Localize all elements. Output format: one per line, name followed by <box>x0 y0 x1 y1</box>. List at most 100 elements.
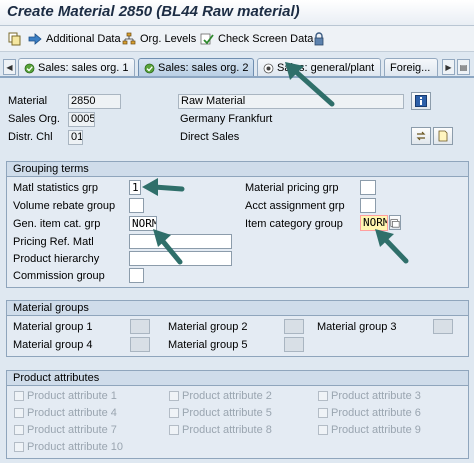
acct-assignment-grp-field[interactable] <box>360 198 376 213</box>
material-groups-header: Material groups <box>6 300 469 315</box>
material-group-2-field[interactable] <box>284 319 304 334</box>
tab-label: Sales: sales org. 2 <box>158 62 249 74</box>
product-attribute-8-label: Product attribute 8 <box>182 424 272 436</box>
grouping-terms-title: Grouping terms <box>13 163 89 175</box>
org-levels-button[interactable]: Org. Levels <box>122 31 196 47</box>
lock-icon <box>314 32 324 46</box>
tab-sales-org-1[interactable]: Sales: sales org. 1 <box>18 58 135 77</box>
product-attribute-5-label: Product attribute 5 <box>182 407 272 419</box>
product-attribute-7-label: Product attribute 7 <box>27 424 117 436</box>
grouping-terms-header: Grouping terms <box>6 161 469 176</box>
tab-label: Foreig... <box>390 62 431 74</box>
product-attribute-6-label: Product attribute 6 <box>331 407 421 419</box>
product-attribute-9-label: Product attribute 9 <box>331 424 421 436</box>
product-attribute-1-checkbox[interactable] <box>14 391 24 401</box>
title-bar: Create Material 2850 (BL44 Raw material) <box>0 0 474 26</box>
matl-statistics-grp-label: Matl statistics grp <box>13 182 98 194</box>
gen-item-cat-grp-label: Gen. item cat. grp <box>13 218 101 230</box>
lock-button[interactable] <box>312 31 326 47</box>
matl-statistics-grp-field[interactable]: 1 <box>129 180 141 195</box>
document-button[interactable] <box>433 127 453 145</box>
material-label: Material <box>8 95 48 107</box>
material-group-4-field[interactable] <box>130 337 150 352</box>
volume-rebate-group-field[interactable] <box>129 198 144 213</box>
sales-org-label: Sales Org. <box>8 113 60 125</box>
pricing-ref-matl-field[interactable] <box>129 234 232 249</box>
check-screen-data-label: Check Screen Data <box>218 33 314 45</box>
tab-sales-org-2[interactable]: Sales: sales org. 2 <box>138 58 254 77</box>
org-switch-button[interactable] <box>411 127 431 145</box>
material-group-1-field[interactable] <box>130 319 150 334</box>
application-toolbar: Additional Data Org. Levels Check Screen… <box>0 26 474 52</box>
copy-icon <box>8 32 21 46</box>
material-group-2-label: Material group 2 <box>168 321 248 333</box>
product-hierarchy-field[interactable] <box>129 251 232 266</box>
material-pricing-grp-label: Material pricing grp <box>245 182 339 194</box>
product-attribute-7-checkbox[interactable] <box>14 425 24 435</box>
volume-rebate-group-label: Volume rebate group <box>13 200 116 212</box>
item-category-group-label: Item category group <box>245 218 343 230</box>
product-attribute-3-checkbox[interactable] <box>318 391 328 401</box>
acct-assignment-grp-label: Acct assignment grp <box>245 200 345 212</box>
check-circle-icon <box>144 63 155 73</box>
tab-label: Sales: sales org. 1 <box>38 62 129 74</box>
material-group-3-label: Material group 3 <box>317 321 397 333</box>
info-icon <box>415 95 427 107</box>
sales-org-field[interactable]: 0005 <box>68 112 95 127</box>
distr-chl-description: Direct Sales <box>180 131 240 143</box>
product-attributes-title: Product attributes <box>13 372 100 384</box>
product-attribute-6-checkbox[interactable] <box>318 408 328 418</box>
tab-foreign-trade[interactable]: Foreig... <box>384 58 438 77</box>
tab-scroll-right[interactable]: ▶ <box>442 59 455 75</box>
info-button[interactable] <box>411 92 431 110</box>
material-groups-title: Material groups <box>13 302 89 314</box>
product-attribute-2-checkbox[interactable] <box>169 391 179 401</box>
product-attribute-1-label: Product attribute 1 <box>27 390 117 402</box>
org-levels-label: Org. Levels <box>140 33 197 45</box>
material-pricing-grp-field[interactable] <box>360 180 376 195</box>
value-help-icon <box>390 218 400 227</box>
product-attribute-4-label: Product attribute 4 <box>27 407 117 419</box>
material-description[interactable]: Raw Material <box>178 94 404 109</box>
copy-button[interactable] <box>8 31 22 47</box>
product-attribute-3-label: Product attribute 3 <box>331 390 421 402</box>
arrow-right-icon <box>28 33 42 45</box>
product-attribute-10-label: Product attribute 10 <box>27 441 124 453</box>
document-icon <box>438 130 448 142</box>
tab-scroll-left[interactable]: ◀ <box>3 59 16 75</box>
check-screen-data-button[interactable]: Check Screen Data <box>200 31 313 47</box>
product-attribute-5-checkbox[interactable] <box>169 408 179 418</box>
product-attribute-10-checkbox[interactable] <box>14 442 24 452</box>
item-category-f4-button[interactable] <box>389 215 401 230</box>
material-field[interactable]: 2850 <box>68 94 121 109</box>
check-icon <box>200 33 214 45</box>
product-attribute-2-label: Product attribute 2 <box>182 390 272 402</box>
material-group-3-field[interactable] <box>433 319 453 334</box>
window-title: Create Material 2850 (BL44 Raw material) <box>7 3 300 20</box>
distr-chl-label: Distr. Chl <box>8 131 53 143</box>
commission-group-label: Commission group <box>13 270 105 282</box>
tab-sales-general-plant[interactable]: Sales: general/plant <box>257 58 381 77</box>
product-attributes-header: Product attributes <box>6 370 469 385</box>
material-group-5-label: Material group 5 <box>168 339 248 351</box>
radio-dot-icon <box>263 63 274 73</box>
product-hierarchy-label: Product hierarchy <box>13 253 100 265</box>
swap-icon <box>416 131 426 141</box>
product-attribute-8-checkbox[interactable] <box>169 425 179 435</box>
additional-data-label: Additional Data <box>46 33 121 45</box>
additional-data-button[interactable]: Additional Data <box>28 31 121 47</box>
commission-group-field[interactable] <box>129 268 144 283</box>
tab-label: Sales: general/plant <box>277 62 375 74</box>
check-circle-icon <box>24 63 35 73</box>
org-levels-icon <box>122 32 136 45</box>
pricing-ref-matl-label: Pricing Ref. Matl <box>13 236 94 248</box>
product-attribute-9-checkbox[interactable] <box>318 425 328 435</box>
gen-item-cat-grp-field[interactable]: NORM <box>129 216 157 231</box>
tab-list-button[interactable]: ▤ <box>457 59 470 75</box>
distr-chl-field[interactable]: 01 <box>68 130 83 145</box>
material-group-5-field[interactable] <box>284 337 304 352</box>
product-attribute-4-checkbox[interactable] <box>14 408 24 418</box>
sales-org-description: Germany Frankfurt <box>180 113 273 125</box>
item-category-group-field[interactable]: NORM <box>360 215 388 231</box>
material-group-1-label: Material group 1 <box>13 321 93 333</box>
